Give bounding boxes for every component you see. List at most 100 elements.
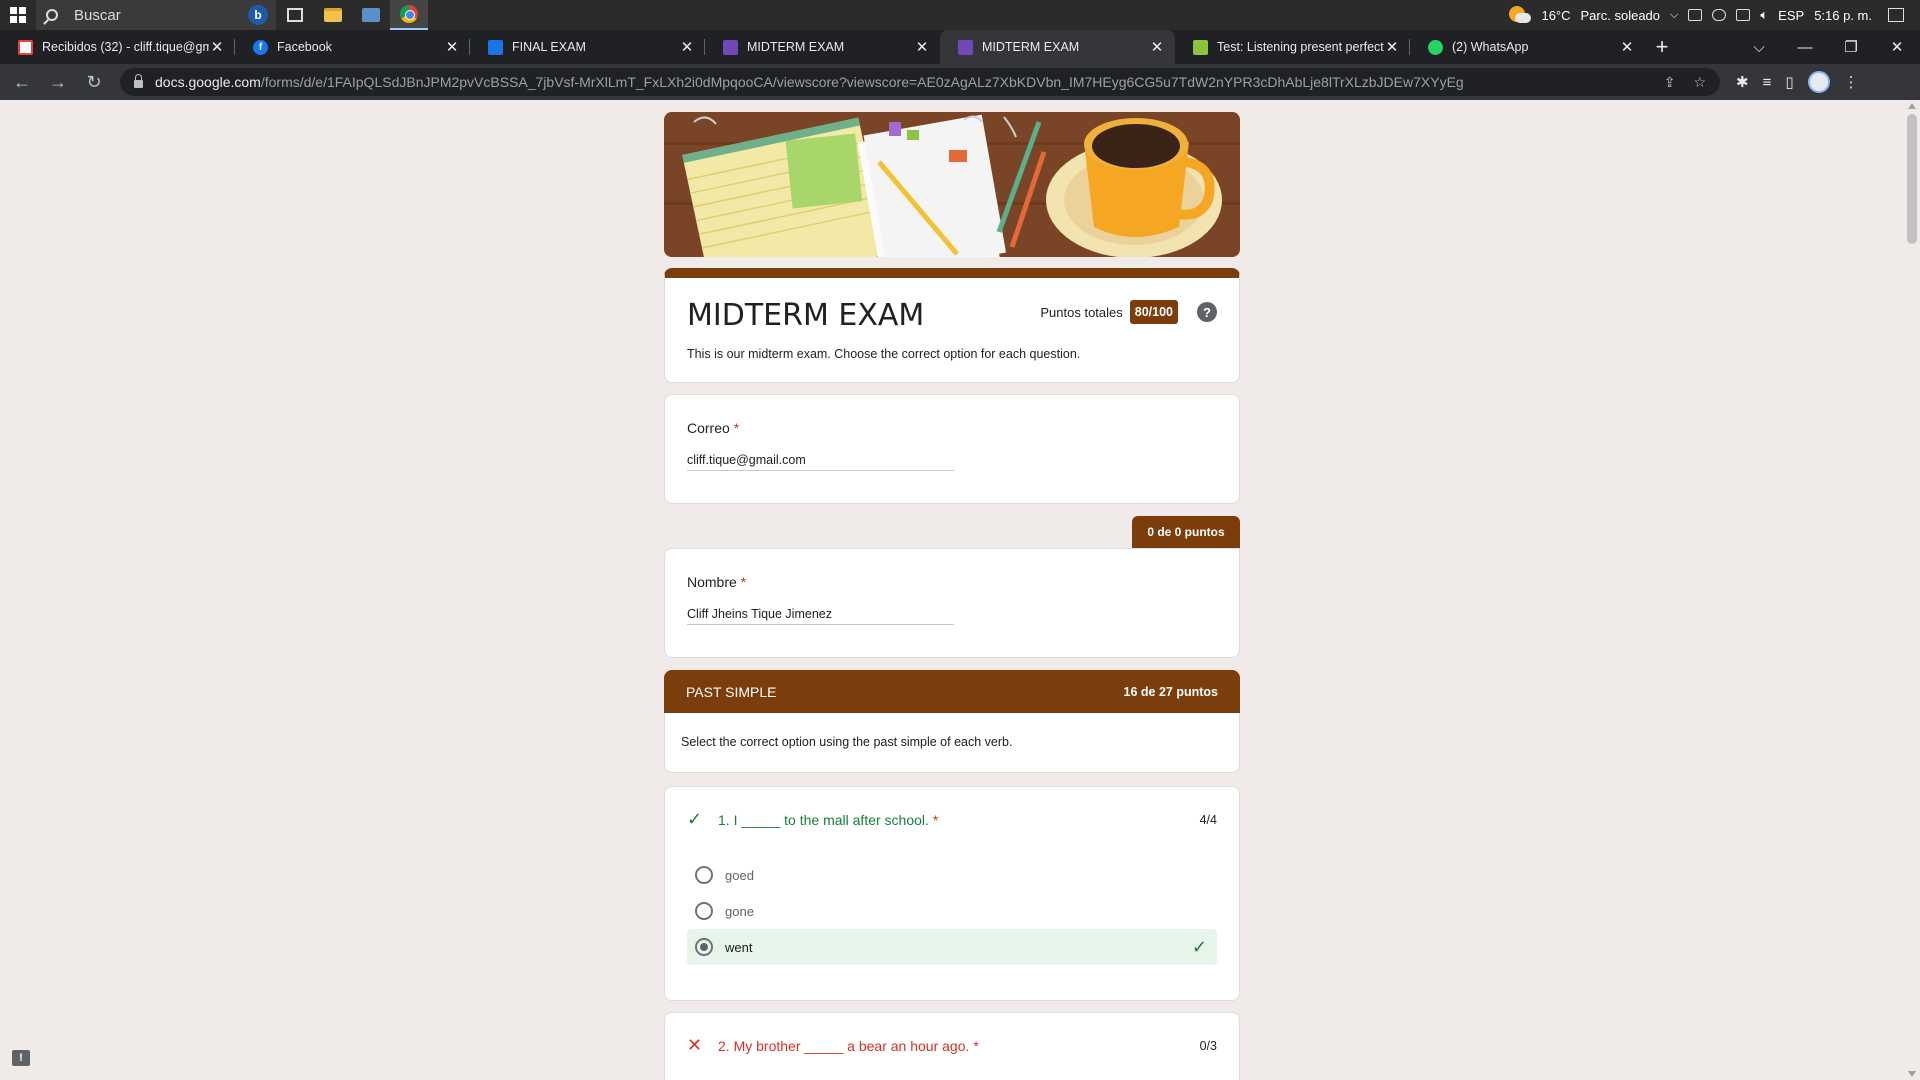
section-description: Select the correct option using the past…	[681, 735, 1013, 749]
total-points: Puntos totales 80/100 ?	[1040, 300, 1217, 324]
option-gone[interactable]: gone	[687, 893, 1217, 929]
extensions-icon[interactable]: ✱	[1736, 73, 1749, 91]
tab-facebook[interactable]: f Facebook ✕	[235, 30, 470, 64]
task-view-button[interactable]	[276, 0, 314, 30]
help-icon[interactable]: ?	[1197, 302, 1217, 322]
onedrive-icon[interactable]	[1712, 9, 1727, 21]
tray-overflow-icon[interactable]: ⌵	[1670, 9, 1678, 22]
tab-strip: Recibidos (32) - cliff.tique@gmail.com ✕…	[0, 30, 1920, 64]
tab-final-exam[interactable]: FINAL EXAM ✕	[470, 30, 705, 64]
email-label: Correo *	[687, 420, 739, 436]
total-score-chip: 80/100	[1129, 300, 1178, 324]
scroll-down-icon[interactable]	[1908, 1071, 1916, 1077]
check-icon: ✓	[687, 809, 703, 829]
scroll-thumb[interactable]	[1907, 114, 1917, 244]
form-title-card: MIDTERM EXAM Puntos totales 80/100 ? Thi…	[664, 268, 1240, 383]
profile-avatar[interactable]	[1807, 71, 1830, 93]
facebook-icon: f	[253, 39, 268, 55]
email-label-text: Correo	[687, 420, 730, 436]
tab-search-icon[interactable]: ⌵	[1736, 39, 1782, 56]
start-button[interactable]	[0, 0, 36, 30]
question-header: ✕ 2. My brother _____ a bear an hour ago…	[687, 1035, 1217, 1056]
address-bar[interactable]: docs.google.com /forms/d/e/1FAIpQLSdJBnJ…	[120, 68, 1720, 96]
close-icon[interactable]: ✕	[679, 38, 695, 56]
section-description-card: Select the correct option using the past…	[664, 713, 1240, 773]
url-domain: docs.google.com	[155, 74, 261, 90]
lock-icon[interactable]	[134, 74, 143, 88]
close-icon[interactable]: ✕	[1619, 38, 1635, 56]
tab-test-listening[interactable]: Test: Listening present perfect () ✕	[1175, 30, 1410, 64]
back-icon[interactable]: ←	[8, 68, 36, 96]
language-indicator[interactable]: ESP	[1778, 8, 1804, 23]
side-panel-icon[interactable]: ▯	[1785, 73, 1793, 91]
tab-title: (2) WhatsApp	[1452, 40, 1529, 54]
share-icon[interactable]: ⇪	[1664, 74, 1676, 91]
required-mark: *	[733, 420, 740, 436]
option-label: gone	[725, 903, 754, 919]
close-icon[interactable]: ✕	[209, 38, 225, 56]
tab-gmail[interactable]: Recibidos (32) - cliff.tique@gmail.com ✕	[0, 30, 235, 64]
volume-icon[interactable]: 🔈︎	[1760, 7, 1768, 23]
close-icon[interactable]: ✕	[444, 38, 460, 56]
weather-desc[interactable]: Parc. soleado	[1581, 8, 1661, 23]
scroll-up-icon[interactable]	[1908, 103, 1916, 109]
minimize-icon[interactable]: —	[1782, 39, 1828, 56]
test-icon	[1193, 39, 1208, 55]
tab-title: MIDTERM EXAM	[747, 40, 845, 54]
radio-button[interactable]	[695, 902, 713, 920]
photos-button[interactable]	[352, 0, 390, 30]
forward-icon[interactable]: →	[44, 68, 72, 96]
network-icon[interactable]	[1736, 9, 1751, 21]
close-icon[interactable]: ✕	[1384, 38, 1400, 56]
cross-icon: ✕	[687, 1035, 703, 1055]
file-explorer-button[interactable]	[314, 0, 352, 30]
tab-midterm-exam-active[interactable]: MIDTERM EXAM ✕	[940, 30, 1175, 64]
tab-whatsapp[interactable]: (2) WhatsApp ✕	[1410, 30, 1645, 64]
total-points-label: Puntos totales	[1040, 304, 1123, 320]
close-icon[interactable]: ✕	[914, 38, 930, 56]
bookmark-star-icon[interactable]: ☆	[1693, 74, 1706, 91]
notifications-icon[interactable]	[1888, 8, 1904, 22]
clock[interactable]: 5:16 p. m.	[1814, 8, 1872, 23]
taskbar-search[interactable]: Buscar b	[36, 0, 276, 30]
forms-page: MIDTERM EXAM Puntos totales 80/100 ? Thi…	[0, 100, 1920, 1080]
form-header-image	[664, 112, 1240, 257]
whatsapp-icon	[1428, 39, 1443, 55]
weather-temp[interactable]: 16°C	[1541, 8, 1570, 23]
desk-illustration	[664, 112, 1240, 257]
name-label: Nombre *	[687, 574, 746, 590]
chrome-taskbar-button[interactable]	[390, 0, 428, 30]
name-value: Cliff Jheins Tique Jimenez	[687, 607, 954, 625]
folder-icon	[324, 8, 342, 22]
restore-icon[interactable]: ❐	[1828, 38, 1874, 56]
report-feedback-icon[interactable]: !	[12, 1050, 30, 1066]
radio-button[interactable]	[695, 866, 713, 884]
photos-icon	[362, 8, 380, 22]
browser-toolbar: ← → ↻ docs.google.com /forms/d/e/1FAIpQL…	[0, 64, 1920, 100]
email-value: cliff.tique@gmail.com	[687, 453, 954, 471]
tab-midterm-exam-1[interactable]: MIDTERM EXAM ✕	[705, 30, 940, 64]
required-mark: *	[740, 574, 747, 590]
close-window-icon[interactable]: ✕	[1874, 38, 1920, 56]
page-scrollbar[interactable]	[1904, 100, 1920, 1080]
question-header: ✓ 1. I _____ to the mall after school. *…	[687, 809, 1217, 830]
option-went[interactable]: went ✓	[687, 929, 1217, 965]
form-title: MIDTERM EXAM	[687, 298, 925, 333]
new-tab-button[interactable]: +	[1645, 30, 1679, 64]
reading-list-icon[interactable]: ≡	[1763, 74, 1772, 91]
question-text: 1. I _____ to the mall after school.	[718, 811, 929, 828]
option-goed[interactable]: goed	[687, 857, 1217, 893]
reload-icon[interactable]: ↻	[80, 68, 108, 96]
search-icon	[46, 9, 58, 21]
question-text: 2. My brother _____ a bear an hour ago.	[718, 1037, 970, 1054]
weather-icon[interactable]	[1509, 6, 1532, 24]
menu-icon[interactable]: ⋮	[1844, 73, 1859, 91]
question-score: 4/4	[1199, 812, 1217, 827]
tab-title: FINAL EXAM	[512, 40, 586, 54]
close-icon[interactable]: ✕	[1149, 38, 1165, 56]
section-header: PAST SIMPLE 16 de 27 puntos	[664, 670, 1240, 713]
bing-icon[interactable]: b	[248, 5, 268, 25]
meet-now-icon[interactable]	[1688, 9, 1703, 21]
radio-button-selected[interactable]	[695, 938, 713, 956]
windows-taskbar: Buscar b 16°C Parc. soleado ⌵ 🔈︎ ESP 5:1…	[0, 0, 1920, 30]
